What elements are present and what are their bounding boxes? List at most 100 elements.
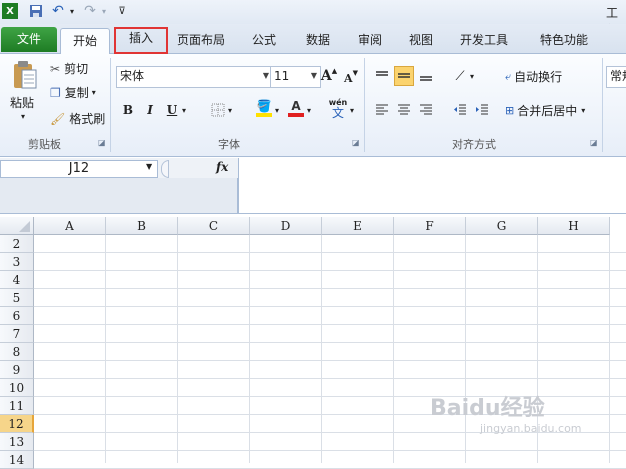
align-center-icon[interactable] [394, 100, 414, 120]
scissors-icon: ✂ [50, 61, 61, 76]
align-left-icon[interactable] [372, 100, 392, 120]
format-painter-label: 格式刷 [69, 112, 106, 126]
tab-review[interactable]: 审阅 [350, 28, 390, 54]
tab-formulas[interactable]: 公式 [244, 28, 284, 54]
phonetic-guide-icon[interactable]: wén 文 [328, 98, 348, 119]
row-header[interactable]: 9 [0, 361, 34, 379]
watermark: Baidu经验 jingyan.baidu.com [430, 390, 620, 460]
column-header[interactable]: D [250, 217, 322, 235]
tab-home[interactable]: 开始 [60, 28, 110, 56]
quick-access-toolbar: X ↶ ▾ ↷ ▾ ⊽ 工作 [0, 0, 626, 37]
borders-dropdown-icon[interactable]: ▾ [224, 100, 236, 120]
formula-bar-resize-handle[interactable] [161, 160, 169, 178]
row-header[interactable]: 3 [0, 253, 34, 271]
align-middle-icon[interactable] [394, 66, 414, 86]
row-header[interactable]: 14 [0, 451, 34, 469]
font-name-value: 宋体 [120, 69, 145, 83]
alignment-launcher-icon[interactable]: ◪ [590, 138, 598, 147]
align-right-icon[interactable] [416, 100, 436, 120]
paste-icon[interactable] [12, 60, 38, 90]
redo-dropdown-icon[interactable]: ▾ [96, 3, 112, 19]
italic-button[interactable]: I [140, 100, 160, 120]
alignment-group-label: 对齐方式 [452, 138, 496, 151]
increase-indent-icon[interactable] [472, 100, 492, 120]
row-header[interactable]: 10 [0, 379, 34, 397]
fx-icon: fx [216, 160, 229, 174]
clipboard-launcher-icon[interactable]: ◪ [98, 138, 106, 147]
font-launcher-icon[interactable]: ◪ [352, 138, 360, 147]
shrink-font-letter: A [344, 71, 353, 85]
copy-button[interactable]: ❐ 复制 ▾ [50, 84, 96, 101]
undo-dropdown-icon[interactable]: ▾ [64, 3, 80, 19]
tab-insert[interactable]: 插入 [114, 27, 168, 54]
align-bottom-icon[interactable] [416, 66, 436, 86]
column-header[interactable]: E [322, 217, 394, 235]
column-header[interactable]: B [106, 217, 178, 235]
merge-center-button[interactable]: ⊞ 合并后居中 ▾ [505, 102, 585, 119]
column-header[interactable]: A [34, 217, 106, 235]
shrink-font-button[interactable]: A ▼ [341, 68, 361, 88]
chevron-down-icon: ▼ [262, 71, 269, 80]
bold-button[interactable]: B [118, 100, 138, 120]
tab-data[interactable]: 数据 [298, 28, 338, 54]
select-all-corner[interactable] [0, 217, 34, 235]
align-top-icon[interactable] [372, 66, 392, 86]
row-header[interactable]: 2 [0, 235, 34, 253]
paste-dropdown-icon[interactable]: ▾ [21, 112, 25, 121]
font-size-combo[interactable]: 11 ▼ [270, 66, 321, 88]
cut-button[interactable]: ✂ 剪切 [50, 60, 88, 77]
row-header[interactable]: 7 [0, 325, 34, 343]
tab-developer[interactable]: 开发工具 [455, 28, 513, 54]
row-header[interactable]: 13 [0, 433, 34, 451]
phonetic-dropdown-icon[interactable]: ▾ [346, 100, 358, 120]
row-header[interactable]: 6 [0, 307, 34, 325]
paste-button[interactable]: 粘贴 [10, 94, 34, 111]
save-icon[interactable] [28, 3, 44, 19]
font-group-label: 字体 [218, 138, 240, 151]
group-divider [602, 58, 603, 152]
underline-dropdown-icon[interactable]: ▾ [178, 100, 190, 120]
column-header[interactable]: G [466, 217, 538, 235]
grow-font-button[interactable]: A ▲ [319, 66, 339, 86]
font-size-value: 11 [274, 69, 290, 83]
tab-file[interactable]: 文件 [1, 27, 57, 52]
column-header[interactable]: F [394, 217, 466, 235]
font-name-combo[interactable]: 宋体 ▼ [116, 66, 273, 88]
formula-input[interactable] [238, 158, 626, 214]
row-header[interactable]: 11 [0, 397, 34, 415]
orientation-dropdown-icon[interactable]: ▾ [466, 66, 478, 86]
row-header[interactable]: 8 [0, 343, 34, 361]
tab-page-layout[interactable]: 页面布局 [172, 28, 230, 54]
gridline [34, 360, 626, 361]
name-box-dropdown-icon[interactable]: ▼ [146, 162, 152, 171]
format-painter-button[interactable]: 🖌 格式刷 [50, 110, 105, 127]
excel-app-icon: X [2, 3, 18, 19]
paint-bucket-icon: 🪣 [256, 99, 272, 113]
fill-color-bar [256, 113, 272, 117]
customize-qat-icon[interactable]: ⊽ [114, 3, 130, 19]
number-format-combo[interactable]: 常规 [606, 66, 626, 88]
row-header[interactable]: 5 [0, 289, 34, 307]
insert-function-button[interactable]: fx [216, 160, 228, 174]
gridline [34, 342, 626, 343]
row-header[interactable]: 4 [0, 271, 34, 289]
column-header[interactable]: C [178, 217, 250, 235]
caret-up-icon: ▲ [331, 66, 338, 75]
font-color-dropdown-icon[interactable]: ▾ [303, 100, 315, 120]
font-color-letter: A [291, 99, 301, 113]
fill-color-dropdown-icon[interactable]: ▾ [271, 100, 283, 120]
decrease-indent-icon[interactable] [450, 100, 470, 120]
tab-view[interactable]: 视图 [401, 28, 441, 54]
wrap-text-button[interactable]: ⤶ 自动换行 [505, 68, 562, 85]
number-format-value: 常规 [610, 69, 626, 83]
copy-label: 复制 [64, 86, 89, 100]
ribbon-home: 粘贴 ▾ ✂ 剪切 ❐ 复制 ▾ 🖌 格式刷 剪贴板 ◪ 宋体 ▼ 11 ▼ A… [0, 54, 626, 157]
brush-icon: 🖌 [50, 111, 66, 126]
column-header[interactable]: H [538, 217, 610, 235]
merge-cells-icon: ⊞ [505, 104, 515, 117]
watermark-url: jingyan.baidu.com [480, 422, 582, 435]
row-header-selected[interactable]: 12 [0, 415, 34, 433]
tab-special-features[interactable]: 特色功能 [532, 28, 596, 54]
name-box[interactable]: J12 [0, 160, 158, 178]
copy-icon: ❐ [50, 85, 61, 100]
